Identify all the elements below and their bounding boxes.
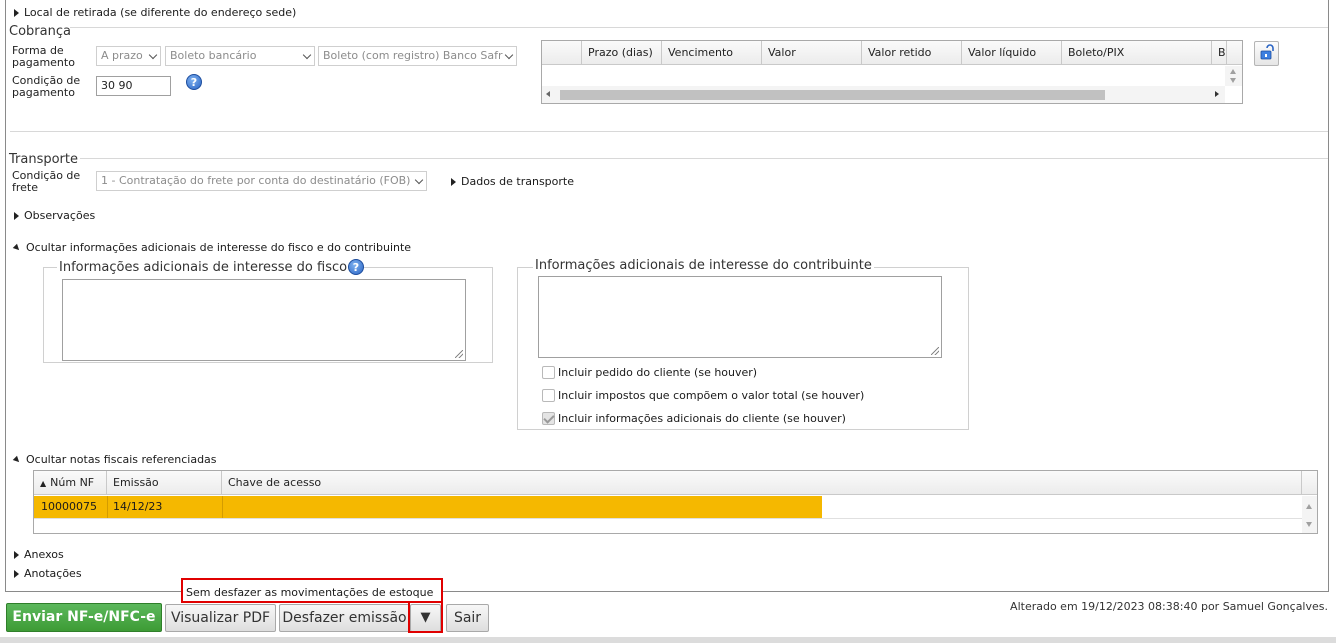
condicao-frete-select[interactable]: 1 - Contratação do frete por conta do de… (96, 171, 427, 191)
col-chave-acesso[interactable]: Chave de acesso (222, 471, 1302, 495)
bottom-bar (0, 637, 1336, 643)
forma-pagamento-label: Forma de pagamento (12, 44, 75, 69)
expand-arrow-icon (14, 551, 19, 559)
vertical-scrollbar[interactable] (1302, 496, 1317, 533)
checkbox-label: Incluir impostos que compõem o valor tot… (558, 389, 865, 402)
cell-emissao: 14/12/23 (113, 500, 163, 513)
resize-grip-icon[interactable] (931, 347, 939, 355)
sort-asc-icon: ▲ (40, 479, 47, 488)
scroll-up-icon[interactable] (1306, 504, 1312, 509)
scroll-right-icon[interactable] (1215, 91, 1219, 97)
visualizar-pdf-button[interactable]: Visualizar PDF (165, 604, 276, 632)
expand-arrow-icon (451, 178, 456, 186)
scroll-left-icon[interactable] (546, 91, 550, 97)
col-valor-liquido[interactable]: Valor líquido (962, 41, 1062, 65)
last-modified-status: Alterado em 19/12/2023 08:38:40 por Samu… (1010, 600, 1328, 613)
anotacoes-toggle[interactable]: Anotações (14, 567, 82, 580)
scroll-thumb[interactable] (560, 90, 1105, 100)
chevron-down-icon (504, 50, 514, 60)
collapse-arrow-icon (12, 243, 22, 253)
chevron-down-icon (414, 175, 424, 185)
expand-arrow-icon (14, 212, 19, 220)
parcelas-grid: Prazo (dias) Vencimento Valor Valor reti… (541, 40, 1243, 104)
anexos-toggle[interactable]: Anexos (14, 548, 64, 561)
col-valor[interactable]: Valor (762, 41, 862, 65)
notas-referenciadas-toggle[interactable]: Ocultar notas fiscais referenciadas (12, 453, 217, 466)
col-boleto-pix[interactable]: Boleto/PIX (1062, 41, 1212, 65)
cell-num-nf: 10000075 (41, 500, 97, 513)
condicao-pagamento-input[interactable]: 30 90 (96, 76, 171, 96)
condicao-pagamento-label: Condição de pagamento (12, 74, 81, 99)
cobranca-title: Cobrança (9, 24, 71, 39)
collapse-arrow-icon (12, 455, 22, 465)
divider (70, 27, 1328, 28)
info-adicionais-toggle[interactable]: Ocultar informações adicionais de intere… (12, 241, 411, 254)
question-icon[interactable]: ? (348, 259, 364, 275)
question-icon[interactable]: ? (186, 74, 202, 90)
scroll-down-icon[interactable] (1230, 78, 1236, 83)
table-row[interactable]: 10000075 14/12/23 (34, 496, 822, 518)
grid-header-corner (1302, 471, 1317, 495)
scroll-down-icon[interactable] (1306, 522, 1312, 527)
forma-pagamento-select[interactable]: A prazo (96, 46, 161, 66)
grid-header-blank (542, 41, 582, 65)
tipo-pagamento-select[interactable]: Boleto bancário (165, 46, 315, 66)
horizontal-scrollbar[interactable] (542, 86, 1225, 103)
sair-button[interactable]: Sair (446, 604, 489, 632)
cell-divider (107, 496, 108, 518)
vertical-scrollbar[interactable] (1225, 66, 1242, 86)
sem-desfazer-estoque-option[interactable]: Sem desfazer as movimentações de estoque (181, 578, 443, 603)
col-prazo[interactable]: Prazo (dias) (582, 41, 662, 65)
local-retirada-toggle[interactable]: Local de retirada (se diferente do ender… (14, 6, 296, 19)
col-b[interactable]: B (1212, 41, 1227, 65)
dados-transporte-toggle[interactable]: Dados de transporte (451, 175, 574, 188)
observacoes-toggle[interactable]: Observações (14, 209, 95, 222)
condicao-frete-label: Condição de frete (12, 169, 81, 194)
lock-button[interactable] (1254, 41, 1279, 66)
col-emissao[interactable]: Emissão (107, 471, 222, 495)
checkbox-info-cliente[interactable] (542, 412, 555, 425)
chevron-down-icon (302, 50, 312, 60)
dropdown-highlight (408, 601, 443, 633)
col-valor-retido[interactable]: Valor retido (862, 41, 962, 65)
chevron-down-icon (148, 50, 158, 60)
divider (10, 131, 1328, 132)
grid-header-corner (1227, 41, 1242, 65)
divider (80, 158, 1328, 159)
col-num-nf[interactable]: ▲ Núm NF (34, 471, 107, 495)
expand-arrow-icon (14, 9, 19, 17)
expand-arrow-icon (14, 570, 19, 578)
checkbox-impostos[interactable] (542, 389, 555, 402)
checkbox-label: Incluir pedido do cliente (se houver) (558, 366, 758, 379)
notas-grid: ▲ Núm NF Emissão Chave de acesso 10000075… (33, 470, 1318, 534)
cell-divider (222, 496, 223, 518)
col-vencimento[interactable]: Vencimento (662, 41, 762, 65)
checkbox-pedido-cliente[interactable] (542, 366, 555, 379)
row-divider (34, 518, 1302, 519)
transporte-title: Transporte (9, 152, 78, 167)
enviar-nfe-button[interactable]: Enviar NF-e/NFC-e (6, 603, 162, 632)
banco-select[interactable]: Boleto (com registro) Banco Safr (318, 46, 517, 66)
fisco-legend: Informações adicionais de interesse do f… (57, 260, 350, 275)
contribuinte-textarea[interactable] (538, 276, 942, 358)
scroll-up-icon[interactable] (1230, 69, 1236, 74)
desfazer-emissao-button[interactable]: Desfazer emissão (279, 604, 410, 632)
resize-grip-icon[interactable] (455, 350, 463, 358)
contribuinte-legend: Informações adicionais de interesse do c… (533, 258, 874, 273)
fisco-textarea[interactable] (62, 279, 466, 361)
checkbox-label: Incluir informações adicionais do client… (558, 412, 846, 425)
lock-icon (1260, 44, 1274, 60)
